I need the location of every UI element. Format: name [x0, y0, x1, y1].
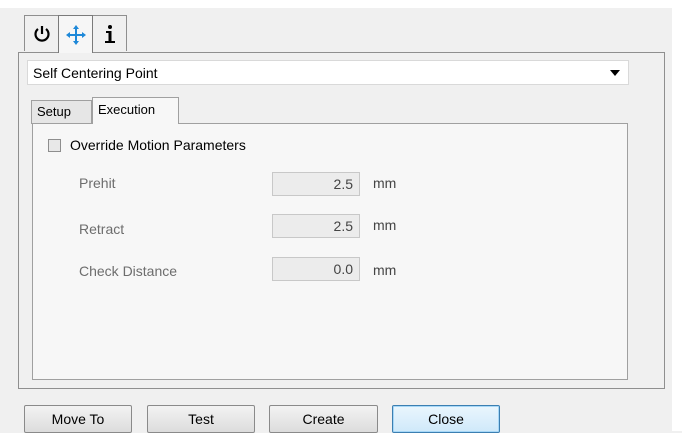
tab-motion[interactable]: [58, 15, 93, 53]
feature-type-dropdown[interactable]: Self Centering Point: [27, 60, 629, 85]
test-button[interactable]: Test: [147, 405, 255, 433]
prehit-label: Prehit: [79, 175, 116, 191]
info-icon: [104, 24, 115, 43]
execution-content-panel: [32, 123, 628, 380]
close-label: Close: [428, 411, 464, 427]
tab-setup[interactable]: Setup: [31, 100, 92, 124]
move-to-button[interactable]: Move To: [24, 405, 132, 433]
dropdown-value: Self Centering Point: [33, 65, 158, 81]
icon-tab-strip: [24, 15, 127, 53]
prehit-field[interactable]: 2.5: [272, 172, 360, 196]
retract-label: Retract: [79, 221, 125, 237]
create-label: Create: [302, 411, 345, 427]
retract-field[interactable]: 2.5: [272, 214, 360, 238]
check-distance-field[interactable]: 0.0: [272, 257, 360, 281]
override-checkbox[interactable]: [48, 138, 61, 152]
move-arrows-icon: [65, 24, 86, 45]
create-button[interactable]: Create: [269, 405, 378, 433]
window-frame-right: [672, 0, 682, 431]
close-button[interactable]: Close: [392, 405, 500, 433]
check-distance-unit: mm: [373, 262, 397, 278]
window-frame-top: [0, 0, 682, 8]
chevron-down-icon: [610, 70, 620, 76]
tab-power[interactable]: [24, 15, 59, 51]
override-row: Override Motion Parameters: [48, 137, 246, 153]
check-distance-label: Check Distance: [79, 263, 178, 279]
prehit-unit: mm: [373, 175, 397, 191]
retract-unit: mm: [373, 217, 397, 233]
override-label[interactable]: Override Motion Parameters: [70, 137, 246, 153]
power-icon: [33, 25, 50, 42]
test-label: Test: [188, 411, 214, 427]
move-to-label: Move To: [51, 411, 105, 427]
tab-execution[interactable]: Execution: [92, 97, 179, 124]
tab-info[interactable]: [92, 15, 127, 51]
